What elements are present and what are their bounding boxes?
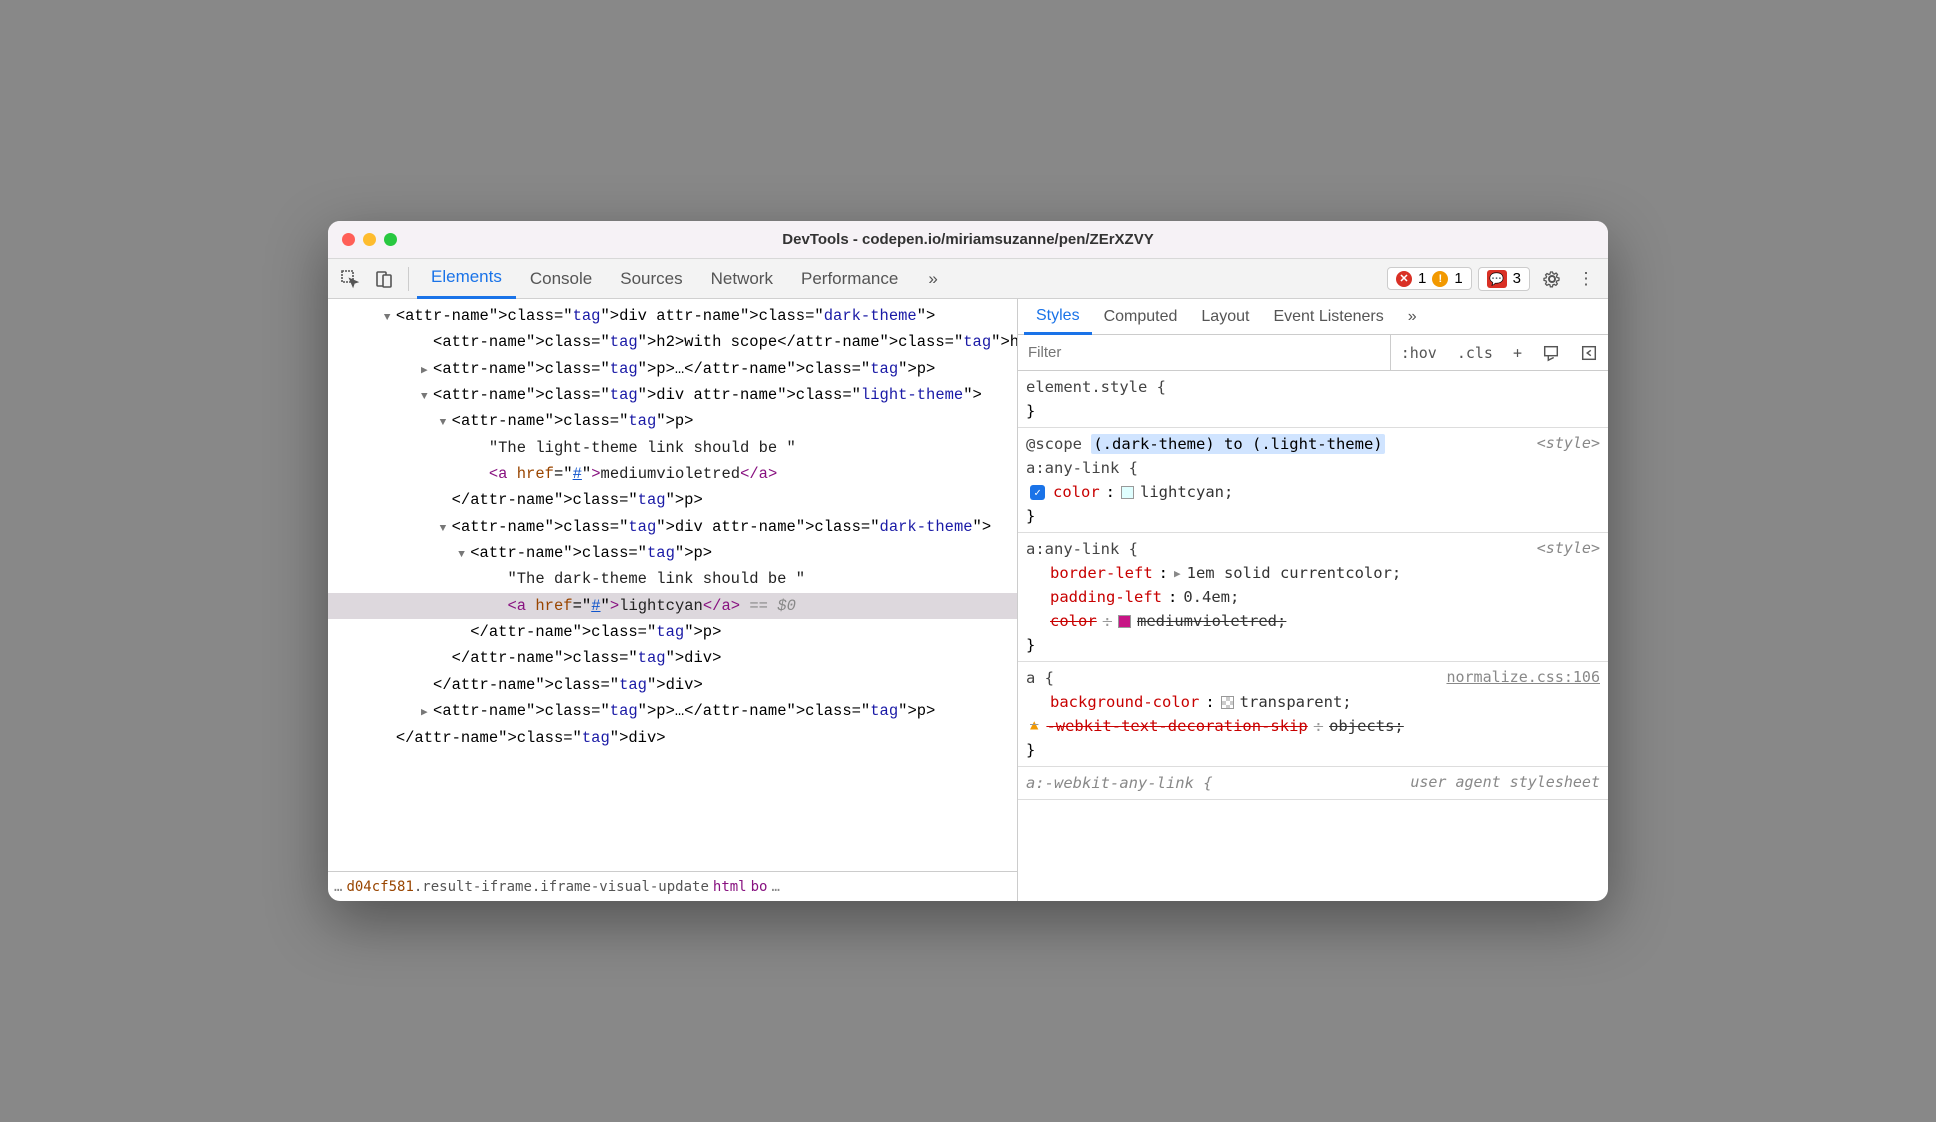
error-icon: ✕ (1396, 271, 1412, 287)
dom-line[interactable]: ▼<attr-name">class="tag">div attr-name">… (328, 514, 1017, 540)
styles-tab-event-listeners[interactable]: Event Listeners (1261, 299, 1395, 335)
dom-line[interactable]: <a href="#">mediumvioletred</a> (328, 461, 1017, 487)
styles-tab-computed[interactable]: Computed (1092, 299, 1190, 335)
dom-line[interactable]: ▼<attr-name">class="tag">div attr-name">… (328, 303, 1017, 329)
crumb-item[interactable]: bo (751, 879, 768, 895)
property-checkbox[interactable]: ✓ (1030, 485, 1045, 500)
style-rule[interactable]: element.style {} (1018, 371, 1608, 428)
dom-line[interactable]: "The dark-theme link should be " (328, 566, 1017, 592)
error-count: 1 (1418, 270, 1426, 287)
error-warning-badges[interactable]: ✕ 1 ! 1 (1387, 267, 1472, 290)
toolbar-separator (408, 267, 409, 291)
styles-rules[interactable]: element.style {}<style>@scope (.dark-the… (1018, 371, 1608, 901)
dom-line[interactable]: </attr-name">class="tag">div> (328, 645, 1017, 671)
expand-arrow-icon[interactable]: ▶ (421, 362, 433, 381)
dom-line[interactable]: ▼<attr-name">class="tag">p> (328, 408, 1017, 434)
color-swatch[interactable] (1121, 486, 1134, 499)
computed-sidebar-icon[interactable] (1570, 335, 1608, 370)
styles-tab-layout[interactable]: Layout (1189, 299, 1261, 335)
styles-tab-styles[interactable]: Styles (1024, 299, 1092, 335)
dom-line[interactable]: ▼<attr-name">class="tag">p> (328, 540, 1017, 566)
dom-line[interactable]: "The light-theme link should be " (328, 435, 1017, 461)
expand-arrow-icon[interactable]: ▼ (440, 520, 452, 539)
style-rule[interactable]: <style>@scope (.dark-theme) to (.light-t… (1018, 428, 1608, 533)
dom-tree[interactable]: ▼<attr-name">class="tag">div attr-name">… (328, 299, 1017, 871)
dom-line[interactable]: </attr-name">class="tag">div> (328, 672, 1017, 698)
styles-panel: StylesComputedLayoutEvent Listeners» :ho… (1018, 299, 1608, 901)
crumb-ellipsis: … (334, 879, 342, 895)
hov-button[interactable]: :hov (1391, 335, 1447, 370)
color-swatch[interactable] (1118, 615, 1131, 628)
source-link[interactable]: <style> (1537, 432, 1600, 455)
issues-count: 3 (1513, 270, 1521, 287)
settings-icon[interactable] (1536, 263, 1568, 295)
format-icon[interactable] (1532, 335, 1570, 370)
inspect-element-icon[interactable] (334, 263, 366, 295)
expand-arrow-icon[interactable]: ▼ (421, 388, 433, 407)
expand-arrow-icon[interactable]: ▼ (384, 309, 396, 328)
more-menu-icon[interactable]: ⋮ (1570, 263, 1602, 295)
style-rule[interactable]: <style>a:any-link {border-left:▶1em soli… (1018, 533, 1608, 662)
tab-network[interactable]: Network (697, 259, 787, 299)
breadcrumb[interactable]: … d04cf581.result-iframe.iframe-visual-u… (328, 871, 1017, 901)
expand-arrow-icon[interactable]: ▶ (421, 704, 433, 723)
styles-tabs: StylesComputedLayoutEvent Listeners» (1018, 299, 1608, 335)
devtools-window: DevTools - codepen.io/miriamsuzanne/pen/… (328, 221, 1608, 901)
crumb-item[interactable]: html (713, 879, 747, 895)
dom-line[interactable]: ▶<attr-name">class="tag">p>…</attr-name"… (328, 356, 1017, 382)
expand-arrow-icon[interactable]: ▼ (440, 414, 452, 433)
dom-line[interactable]: ▶<attr-name">class="tag">p>…</attr-name"… (328, 698, 1017, 724)
elements-panel: ▼<attr-name">class="tag">div attr-name">… (328, 299, 1018, 901)
color-swatch[interactable] (1221, 696, 1234, 709)
style-rule[interactable]: normalize.css:106a {background-color:tra… (1018, 662, 1608, 767)
source-link: user agent stylesheet (1410, 771, 1600, 794)
styles-tabs-overflow[interactable]: » (1396, 299, 1429, 335)
filter-bar: :hov .cls + (1018, 335, 1608, 371)
warning-icon: ! (1432, 271, 1448, 287)
main-toolbar: ElementsConsoleSourcesNetworkPerformance… (328, 259, 1608, 299)
dom-line[interactable]: </attr-name">class="tag">p> (328, 619, 1017, 645)
maximize-window-button[interactable] (384, 233, 397, 246)
traffic-lights (342, 233, 397, 246)
filter-input[interactable] (1018, 335, 1391, 370)
close-window-button[interactable] (342, 233, 355, 246)
tab-elements[interactable]: Elements (417, 259, 516, 299)
warning-icon: ▲ (1030, 715, 1038, 737)
issues-badge[interactable]: 💬 3 (1478, 267, 1530, 291)
device-toolbar-icon[interactable] (368, 263, 400, 295)
style-rule[interactable]: user agent stylesheeta:-webkit-any-link … (1018, 767, 1608, 800)
expand-arrow-icon[interactable]: ▶ (1174, 565, 1181, 582)
tabs-overflow-button[interactable]: » (914, 259, 951, 299)
warning-count: 1 (1454, 270, 1462, 287)
source-link[interactable]: <style> (1537, 537, 1600, 560)
tab-console[interactable]: Console (516, 259, 606, 299)
expand-arrow-icon[interactable]: ▼ (458, 546, 470, 565)
cls-button[interactable]: .cls (1447, 335, 1503, 370)
dom-line[interactable]: ▼<attr-name">class="tag">div attr-name">… (328, 382, 1017, 408)
dom-line[interactable]: <attr-name">class="tag">h2>with scope</a… (328, 329, 1017, 355)
dom-line[interactable]: </attr-name">class="tag">p> (328, 487, 1017, 513)
crumb-item[interactable]: d04cf581.result-iframe.iframe-visual-upd… (346, 879, 708, 895)
minimize-window-button[interactable] (363, 233, 376, 246)
crumb-trail-ellipsis: … (771, 879, 779, 895)
window-title: DevTools - codepen.io/miriamsuzanne/pen/… (328, 231, 1608, 248)
dom-line[interactable]: <a href="#">lightcyan</a> == $0 (328, 593, 1017, 619)
tab-performance[interactable]: Performance (787, 259, 912, 299)
tab-sources[interactable]: Sources (606, 259, 696, 299)
new-rule-button[interactable]: + (1503, 335, 1532, 370)
dom-line[interactable]: </attr-name">class="tag">div> (328, 725, 1017, 751)
titlebar: DevTools - codepen.io/miriamsuzanne/pen/… (328, 221, 1608, 259)
source-link[interactable]: normalize.css:106 (1446, 666, 1600, 689)
issues-icon: 💬 (1487, 270, 1507, 288)
